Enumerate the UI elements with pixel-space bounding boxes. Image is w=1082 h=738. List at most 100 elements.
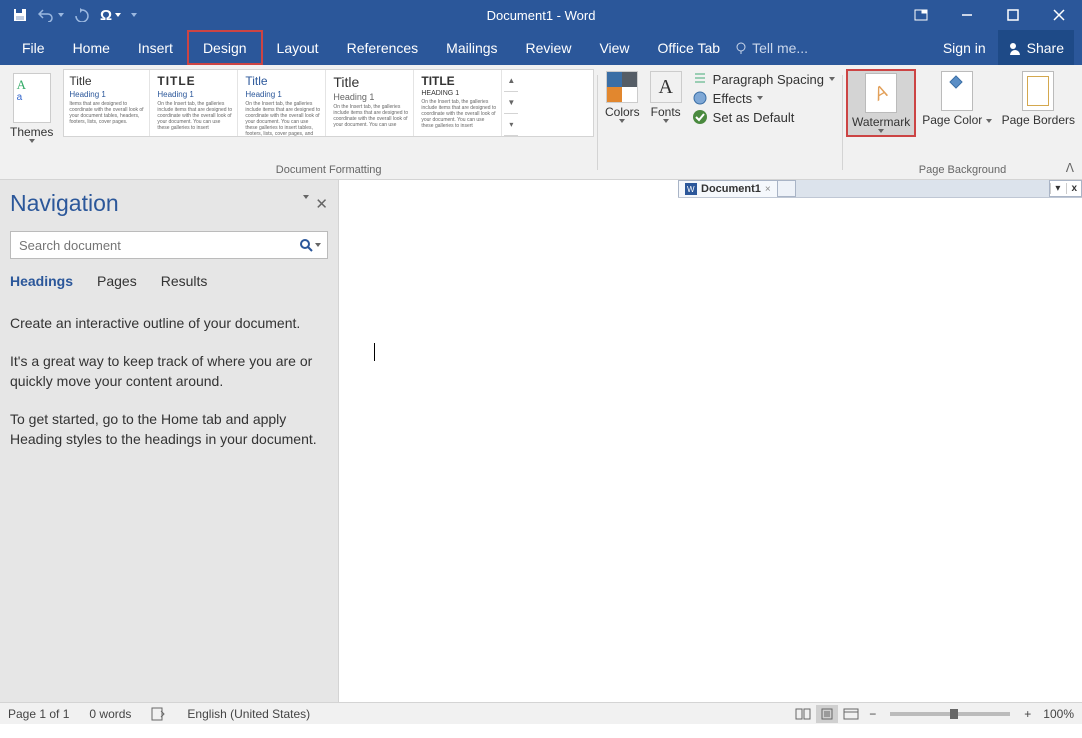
symbol-button[interactable]: Ω xyxy=(100,7,121,24)
style-item[interactable]: TITLEHEADING 1On the Insert tab, the gal… xyxy=(416,70,502,136)
nav-options-icon[interactable] xyxy=(303,195,309,199)
lightbulb-icon xyxy=(734,41,748,55)
zoom-level[interactable]: 100% xyxy=(1043,707,1074,721)
maximize-icon[interactable] xyxy=(990,0,1036,30)
save-icon[interactable] xyxy=(12,7,28,23)
fonts-button[interactable]: A Fonts xyxy=(646,69,686,125)
read-mode-icon[interactable] xyxy=(792,705,814,723)
status-page[interactable]: Page 1 of 1 xyxy=(8,707,69,721)
tab-dropdown-icon[interactable]: ▾ xyxy=(1050,183,1064,194)
nav-help-text: Create an interactive outline of your do… xyxy=(10,313,328,333)
tab-office-tab[interactable]: Office Tab xyxy=(644,30,735,65)
nav-help-text: It's a great way to keep track of where … xyxy=(10,351,328,391)
tab-mailings[interactable]: Mailings xyxy=(432,30,511,65)
document-canvas[interactable] xyxy=(339,198,1082,702)
fonts-label: Fonts xyxy=(651,105,681,119)
zoom-in-icon[interactable]: + xyxy=(1024,707,1031,721)
status-language[interactable]: English (United States) xyxy=(187,707,310,721)
tab-design[interactable]: Design xyxy=(187,30,263,65)
paragraph-spacing-label: Paragraph Spacing xyxy=(713,72,824,87)
nav-tab-pages[interactable]: Pages xyxy=(97,273,137,289)
set-default-button[interactable]: Set as Default xyxy=(692,109,835,125)
tab-home[interactable]: Home xyxy=(59,30,124,65)
title-bar: Ω Document1 - Word xyxy=(0,0,1082,30)
sign-in-button[interactable]: Sign in xyxy=(931,40,998,56)
print-layout-icon[interactable] xyxy=(816,705,838,723)
style-gallery[interactable]: TitleHeading 1Items that are designed to… xyxy=(63,69,594,137)
tab-close-all-icon[interactable]: x xyxy=(1066,183,1081,194)
document-tabs: W Document1 × ▾ x xyxy=(678,180,1082,198)
tell-me-label: Tell me... xyxy=(752,40,808,56)
check-icon xyxy=(692,109,708,125)
watermark-button[interactable]: A Watermark xyxy=(846,69,916,137)
search-icon[interactable] xyxy=(293,238,327,252)
page-background-label: Page Background xyxy=(919,162,1006,178)
nav-close-icon[interactable]: ✕ xyxy=(315,195,328,213)
tab-references[interactable]: References xyxy=(333,30,433,65)
svg-text:W: W xyxy=(687,185,695,194)
navigation-title: Navigation xyxy=(10,190,119,217)
tab-view[interactable]: View xyxy=(585,30,643,65)
minimize-icon[interactable] xyxy=(944,0,990,30)
page-borders-label: Page Borders xyxy=(1002,113,1075,127)
colors-label: Colors xyxy=(605,105,640,119)
share-label: Share xyxy=(1027,40,1064,56)
ribbon-display-icon[interactable] xyxy=(898,0,944,30)
watermark-label: Watermark xyxy=(852,115,910,129)
document-tab-label: Document1 xyxy=(701,183,761,195)
status-words[interactable]: 0 words xyxy=(89,707,131,721)
share-icon xyxy=(1008,41,1022,55)
redo-icon[interactable] xyxy=(74,8,90,22)
page-color-button[interactable]: Page Color xyxy=(918,69,995,129)
ribbon-tabs: File Home Insert Design Layout Reference… xyxy=(0,30,1082,65)
page-borders-icon xyxy=(1022,71,1054,111)
tab-layout[interactable]: Layout xyxy=(263,30,333,65)
search-document-box[interactable] xyxy=(10,231,328,259)
fonts-icon: A xyxy=(650,71,682,103)
status-bar: Page 1 of 1 0 words English (United Stat… xyxy=(0,702,1082,724)
paragraph-spacing-button[interactable]: Paragraph Spacing xyxy=(692,71,835,87)
share-button[interactable]: Share xyxy=(998,30,1074,65)
themes-label: Themes xyxy=(10,125,53,139)
gallery-scroll[interactable]: ▲▼▾ xyxy=(504,70,518,136)
tell-me-search[interactable]: Tell me... xyxy=(734,40,808,56)
document-tab[interactable]: W Document1 × xyxy=(678,180,778,197)
ribbon: Aa Themes TitleHeading 1Items that are d… xyxy=(0,65,1082,180)
navigation-pane: Navigation ✕ Headings Pages Results Crea… xyxy=(0,180,339,702)
style-item[interactable]: TitleHeading 1Items that are designed to… xyxy=(64,70,150,136)
nav-tab-headings[interactable]: Headings xyxy=(10,273,73,289)
effects-button[interactable]: Effects xyxy=(692,90,835,106)
word-doc-icon: W xyxy=(685,183,697,195)
colors-icon xyxy=(606,71,638,103)
themes-button[interactable]: Aa Themes xyxy=(6,69,57,147)
zoom-slider[interactable] xyxy=(890,712,1010,716)
search-input[interactable] xyxy=(11,238,293,253)
tab-close-icon[interactable]: × xyxy=(765,184,771,195)
omega-symbol: Ω xyxy=(100,7,112,24)
page-borders-button[interactable]: Page Borders xyxy=(998,69,1079,129)
tab-review[interactable]: Review xyxy=(512,30,586,65)
style-item[interactable]: TitleHeading 1On the Insert tab, the gal… xyxy=(328,70,414,136)
tab-insert[interactable]: Insert xyxy=(124,30,187,65)
tab-file[interactable]: File xyxy=(8,30,59,65)
themes-icon: Aa xyxy=(13,73,51,123)
undo-icon[interactable] xyxy=(38,8,64,22)
page-color-label: Page Color xyxy=(922,113,991,127)
zoom-out-icon[interactable]: − xyxy=(869,707,876,721)
set-default-label: Set as Default xyxy=(713,110,795,125)
watermark-icon: A xyxy=(865,73,897,113)
collapse-ribbon-icon[interactable]: ᐱ xyxy=(1066,161,1074,175)
qat-customize[interactable] xyxy=(131,13,137,17)
doc-formatting-label: Document Formatting xyxy=(276,162,382,178)
nav-tab-results[interactable]: Results xyxy=(161,273,208,289)
text-cursor xyxy=(374,343,375,361)
style-item[interactable]: TitleHeading 1On the Insert tab, the gal… xyxy=(240,70,326,136)
effects-icon xyxy=(692,90,708,106)
effects-label: Effects xyxy=(713,91,753,106)
page-color-icon xyxy=(941,71,973,111)
close-icon[interactable] xyxy=(1036,0,1082,30)
web-layout-icon[interactable] xyxy=(840,705,862,723)
status-spellcheck-icon[interactable] xyxy=(151,707,167,721)
colors-button[interactable]: Colors xyxy=(601,69,644,125)
style-item[interactable]: TITLEHeading 1On the Insert tab, the gal… xyxy=(152,70,238,136)
